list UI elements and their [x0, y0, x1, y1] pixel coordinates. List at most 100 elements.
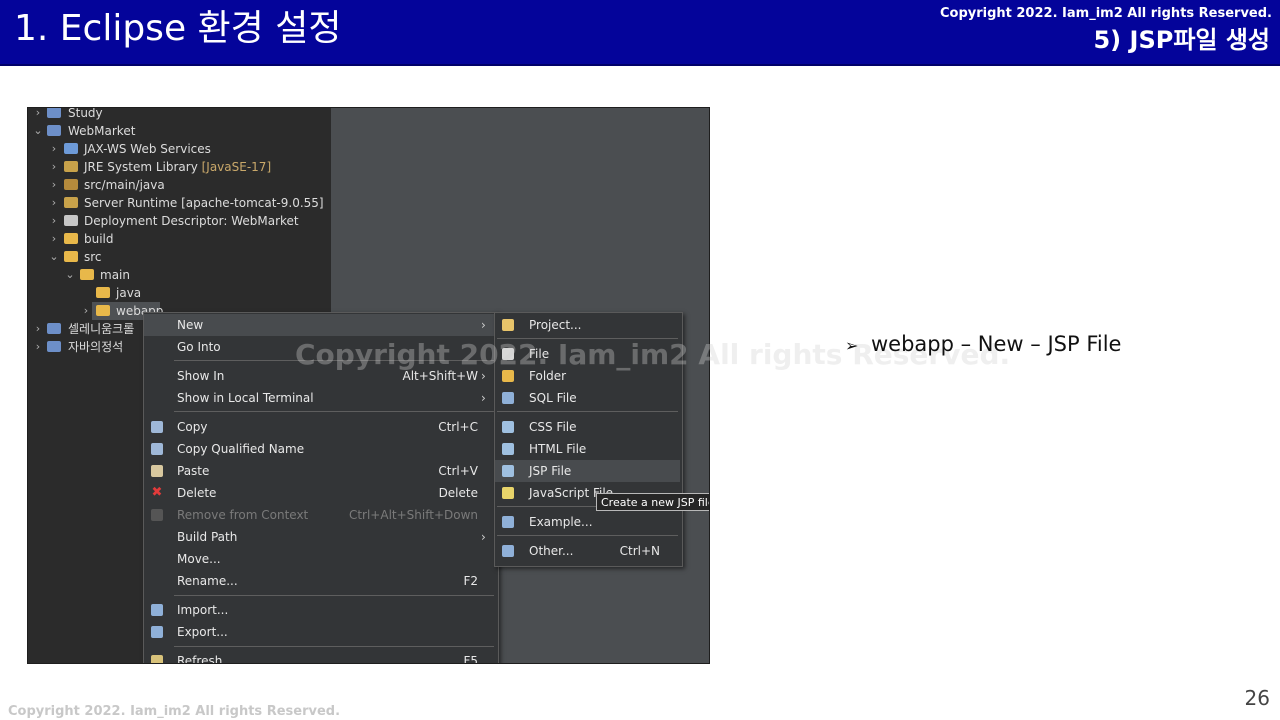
project-error-icon	[47, 108, 61, 118]
menu-item-label: HTML File	[529, 442, 587, 456]
menu-item-label: Export...	[177, 625, 228, 639]
menu-item-move[interactable]: Move...	[144, 548, 496, 570]
tree-item-label: src/main/java	[84, 178, 165, 192]
menu-item-label: Show in Local Terminal	[177, 391, 314, 405]
copy-icon	[151, 421, 163, 433]
tree-item-label: 셀레니움크롤	[68, 322, 135, 336]
tree-item-label: 자바의정석	[68, 340, 124, 354]
chevron-down-icon[interactable]: ⌄	[32, 122, 44, 140]
submenu-item-html-file[interactable]: HTML File	[495, 438, 680, 460]
menu-item-show-in[interactable]: Show In Alt+Shift+W ›	[144, 365, 496, 387]
chevron-down-icon[interactable]: ⌄	[48, 248, 60, 266]
example-icon	[502, 516, 514, 528]
menu-item-shortcut: Ctrl+C	[438, 420, 478, 434]
menu-item-shortcut: Delete	[438, 486, 478, 500]
menu-item-label: Delete	[177, 486, 217, 500]
menu-item-label: SQL File	[529, 391, 577, 405]
menu-separator	[497, 411, 678, 412]
chevron-right-icon[interactable]: ›	[48, 194, 60, 212]
menu-item-label: Refresh	[177, 654, 223, 664]
menu-item-refresh[interactable]: Refresh F5	[144, 650, 496, 664]
menu-item-export[interactable]: Export...	[144, 621, 496, 643]
menu-item-build-path[interactable]: Build Path ›	[144, 526, 496, 548]
sql-file-icon	[502, 392, 514, 404]
submenu-item-other[interactable]: Other... Ctrl+N	[495, 540, 680, 562]
web-project-icon	[47, 125, 61, 136]
eclipse-screenshot: › Study ⌄ WebMarket › JAX-WS Web Service…	[27, 107, 710, 664]
chevron-right-icon: ›	[481, 369, 486, 383]
submenu-item-folder[interactable]: Folder	[495, 365, 680, 387]
tree-item-label: Deployment Descriptor: WebMarket	[84, 214, 299, 228]
menu-item-paste[interactable]: Paste Ctrl+V	[144, 460, 496, 482]
menu-separator	[497, 338, 678, 339]
menu-item-copy[interactable]: Copy Ctrl+C	[144, 416, 496, 438]
menu-item-label: Move...	[177, 552, 221, 566]
menu-item-label: Copy	[177, 420, 208, 434]
menu-item-shortcut: Ctrl+V	[438, 464, 478, 478]
menu-item-label: Go Into	[177, 340, 221, 354]
chevron-down-icon[interactable]: ⌄	[64, 266, 76, 284]
menu-separator	[497, 535, 678, 536]
menu-separator	[174, 646, 494, 647]
tree-item-label: JAX-WS Web Services	[84, 142, 211, 156]
menu-item-rename[interactable]: Rename... F2	[144, 570, 496, 592]
menu-item-copy-qualified-name[interactable]: Copy Qualified Name	[144, 438, 496, 460]
chevron-right-icon[interactable]: ›	[32, 320, 44, 338]
folder-icon	[64, 251, 78, 262]
menu-item-shortcut: Ctrl+N	[619, 544, 660, 558]
jsp-file-icon	[502, 465, 514, 477]
menu-item-shortcut: Alt+Shift+W	[402, 369, 479, 383]
tree-item-label: Study	[68, 107, 103, 120]
javascript-file-icon	[502, 487, 514, 499]
submenu-item-example[interactable]: Example...	[495, 511, 680, 533]
folder-icon	[64, 233, 78, 244]
chevron-right-icon[interactable]: ›	[48, 230, 60, 248]
chevron-right-icon[interactable]: ›	[32, 338, 44, 356]
submenu-item-jsp-file[interactable]: JSP File	[495, 460, 680, 482]
submenu-item-project[interactable]: Project...	[495, 314, 680, 336]
menu-item-delete[interactable]: ✖ Delete Delete	[144, 482, 496, 504]
menu-item-label: CSS File	[529, 420, 577, 434]
chevron-right-icon[interactable]: ›	[32, 108, 44, 122]
new-submenu: Project... File Folder SQL File CSS File…	[494, 312, 683, 567]
chevron-right-icon: ›	[481, 318, 486, 332]
menu-item-label: Project...	[529, 318, 582, 332]
chevron-right-icon[interactable]: ›	[48, 212, 60, 230]
menu-item-go-into[interactable]: Go Into	[144, 336, 496, 358]
new-folder-icon	[502, 370, 514, 382]
menu-item-label: JSP File	[529, 464, 572, 478]
menu-separator	[174, 360, 494, 361]
submenu-item-css-file[interactable]: CSS File	[495, 416, 680, 438]
menu-item-show-in-terminal[interactable]: Show in Local Terminal ›	[144, 387, 496, 409]
folder-icon	[96, 305, 110, 316]
menu-item-label: Rename...	[177, 574, 238, 588]
menu-item-label: Folder	[529, 369, 567, 383]
web-services-icon	[64, 143, 78, 154]
copy-qualified-icon	[151, 443, 163, 455]
submenu-item-file[interactable]: File	[495, 343, 680, 365]
library-icon	[64, 161, 78, 172]
new-file-icon	[502, 348, 514, 360]
menu-item-import[interactable]: Import...	[144, 599, 496, 621]
menu-item-label: Remove from Context	[177, 508, 309, 522]
chevron-right-icon[interactable]: ›	[48, 140, 60, 158]
paste-icon	[151, 465, 163, 477]
chevron-right-icon[interactable]: ›	[48, 176, 60, 194]
slide-title: 1. Eclipse 환경 설정	[14, 8, 342, 49]
library-icon	[64, 197, 78, 208]
tree-item-label: WebMarket	[68, 124, 136, 138]
chevron-right-icon: ›	[481, 530, 486, 544]
chevron-right-icon[interactable]: ›	[48, 158, 60, 176]
new-project-icon	[502, 319, 514, 331]
tree-item-label: src	[84, 250, 102, 264]
menu-item-label: Other...	[529, 544, 574, 558]
refresh-icon	[151, 655, 163, 663]
chevron-right-icon[interactable]: ›	[80, 302, 92, 320]
jre-label: JRE System Library	[84, 160, 202, 174]
remove-context-icon	[151, 509, 163, 521]
menu-item-new[interactable]: New ›	[144, 314, 496, 336]
submenu-item-sql-file[interactable]: SQL File	[495, 387, 680, 409]
tree-item-label: JRE System Library [JavaSE-17]	[84, 158, 271, 176]
delete-icon: ✖	[151, 485, 163, 500]
menu-item-label: Import...	[177, 603, 229, 617]
